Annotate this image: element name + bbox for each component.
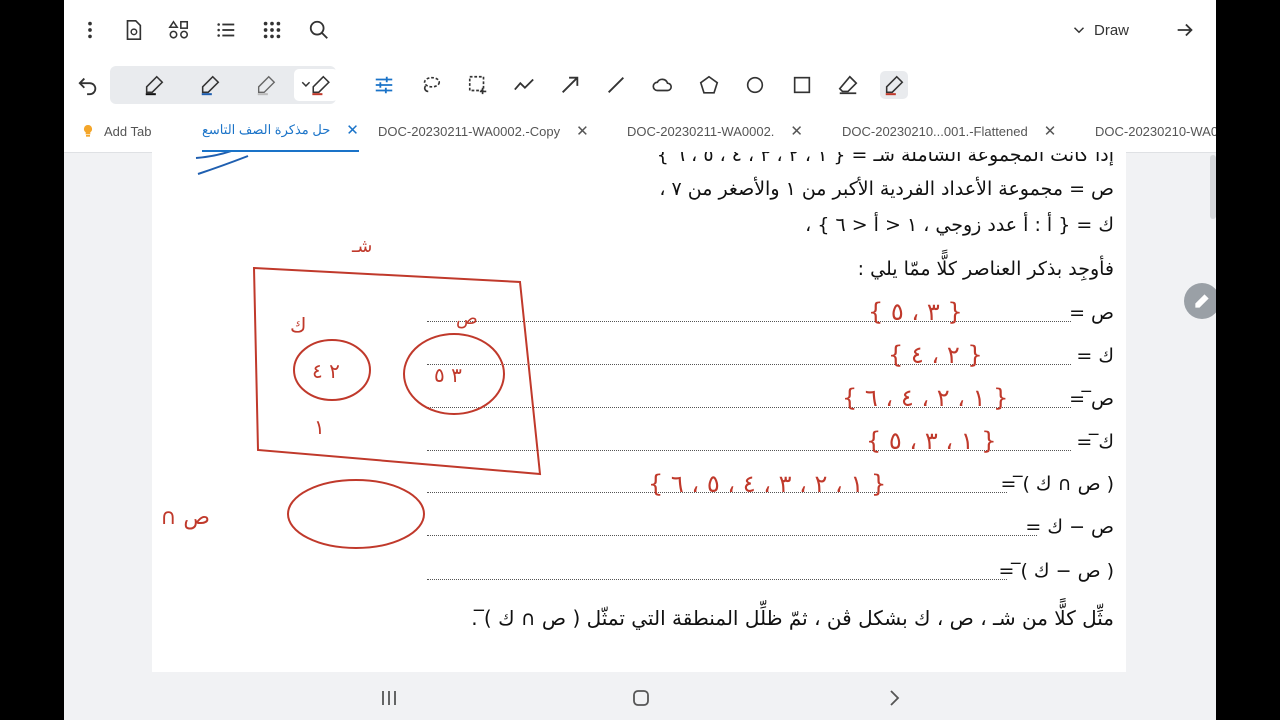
- list-icon[interactable]: [214, 18, 238, 42]
- handwriting-layer: شـ ص ك ٣ ٥ ٢ ٤ ١ { ٣ ، ٥ } { ٢ ، ٤ } { ١…: [152, 152, 1008, 549]
- recent-apps-icon[interactable]: [377, 686, 401, 710]
- answer-4: { ١ ، ٣ ، ٥ }: [866, 427, 997, 455]
- pen-group: [110, 66, 338, 104]
- pencil-icon: [1195, 294, 1209, 308]
- close-icon[interactable]: ✕: [790, 122, 803, 140]
- answer-3: { ١ ، ٢ ، ٤ ، ٦ }: [842, 384, 1008, 412]
- pen-blue-icon[interactable]: [188, 66, 232, 104]
- close-icon[interactable]: ✕: [346, 121, 359, 139]
- mode-label: Draw: [1094, 21, 1130, 39]
- shapes-icon[interactable]: [167, 18, 191, 42]
- floating-pen-button[interactable]: [1184, 283, 1216, 319]
- document-settings-icon[interactable]: [121, 18, 145, 42]
- tab-label: DOC-20230211-WA0002.: [627, 123, 775, 139]
- add-tab-button[interactable]: Add Tab: [80, 110, 151, 152]
- arrow-right-icon[interactable]: [1173, 18, 1197, 42]
- grid-apps-icon[interactable]: [260, 18, 284, 42]
- rectangle-icon[interactable]: [788, 71, 816, 99]
- top-toolbar: Draw: [64, 0, 1216, 60]
- app-window: Draw Add Tab حل مذكرة الصف التاسع ✕ DOC-…: [64, 0, 1216, 720]
- chevron-down-icon: [1073, 27, 1085, 34]
- pen-edit-icon[interactable]: [880, 71, 908, 99]
- lasso-icon[interactable]: [417, 71, 445, 99]
- tab-4[interactable]: DOC-20230210...001.-Flattened ✕: [842, 110, 1056, 152]
- tabs-bar: Add Tab حل مذكرة الصف التاسع ✕ DOC-20230…: [64, 110, 1216, 153]
- close-icon[interactable]: ✕: [576, 122, 589, 140]
- scrollbar-thumb[interactable]: [1210, 155, 1216, 219]
- answer-2: { ٢ ، ٤ }: [888, 341, 983, 369]
- cloud-icon[interactable]: [648, 71, 676, 99]
- phi-equation: ص ∩ ك = φ: [152, 505, 210, 530]
- answer-1: { ٣ ، ٥ }: [868, 298, 963, 326]
- tab-label: DOC-20230210...001.-Flattened: [842, 123, 1028, 139]
- close-icon[interactable]: ✕: [1044, 122, 1057, 140]
- tab-label: حل مذكرة الصف التاسع: [202, 122, 331, 137]
- pen-red-selected-icon[interactable]: [294, 69, 338, 101]
- eraser-icon[interactable]: [834, 71, 862, 99]
- venn-k-elements: ٢ ٤: [312, 359, 340, 383]
- more-vert-icon[interactable]: [78, 18, 102, 42]
- highlighter-icon[interactable]: [244, 66, 288, 104]
- arrow-icon[interactable]: [556, 71, 584, 99]
- select-rect-icon[interactable]: [464, 71, 492, 99]
- straight-line-icon[interactable]: [602, 71, 630, 99]
- answer-5: { ١ ، ٢ ، ٣ ، ٤ ، ٥ ، ٦ }: [648, 470, 886, 498]
- search-icon[interactable]: [307, 18, 331, 42]
- back-icon[interactable]: [882, 686, 906, 710]
- tab-label: DOC-20230210-WA0: [1095, 123, 1216, 139]
- circle-icon[interactable]: [741, 71, 769, 99]
- pen-black-icon[interactable]: [132, 66, 176, 104]
- venn-universal-rect: [252, 266, 542, 476]
- undo-icon[interactable]: [76, 73, 100, 97]
- phi-circle: [287, 479, 425, 549]
- blue-scribble: [195, 152, 249, 175]
- home-icon[interactable]: [629, 686, 653, 710]
- document-page[interactable]: إذا كانت المجموعة الشاملة شـ = { ١ ، ٢ ،…: [152, 152, 1126, 672]
- tab-2[interactable]: DOC-20230211-WA0002.-Copy ✕: [378, 110, 589, 152]
- system-nav-bar: [64, 676, 1216, 720]
- venn-label-u: شـ: [351, 236, 372, 257]
- line-squiggle-icon[interactable]: [510, 71, 538, 99]
- tab-label: DOC-20230211-WA0002.-Copy: [378, 123, 561, 139]
- venn-s-elements: ٣ ٥: [434, 363, 462, 387]
- adjust-icon[interactable]: [370, 71, 398, 99]
- lightbulb-icon: [83, 124, 93, 137]
- drawing-toolbar: [64, 60, 1216, 110]
- pentagon-icon[interactable]: [695, 71, 723, 99]
- tab-3[interactable]: DOC-20230211-WA0002. ✕: [627, 110, 803, 152]
- add-tab-label: Add Tab: [104, 123, 152, 139]
- venn-label-k: ك: [290, 313, 306, 337]
- venn-label-s: ص: [456, 308, 478, 329]
- venn-outside-element: ١: [314, 415, 325, 439]
- tab-5[interactable]: DOC-20230210-WA0: [1095, 110, 1216, 152]
- tab-active[interactable]: حل مذكرة الصف التاسع ✕: [202, 110, 359, 152]
- mode-selector[interactable]: Draw: [1070, 18, 1129, 42]
